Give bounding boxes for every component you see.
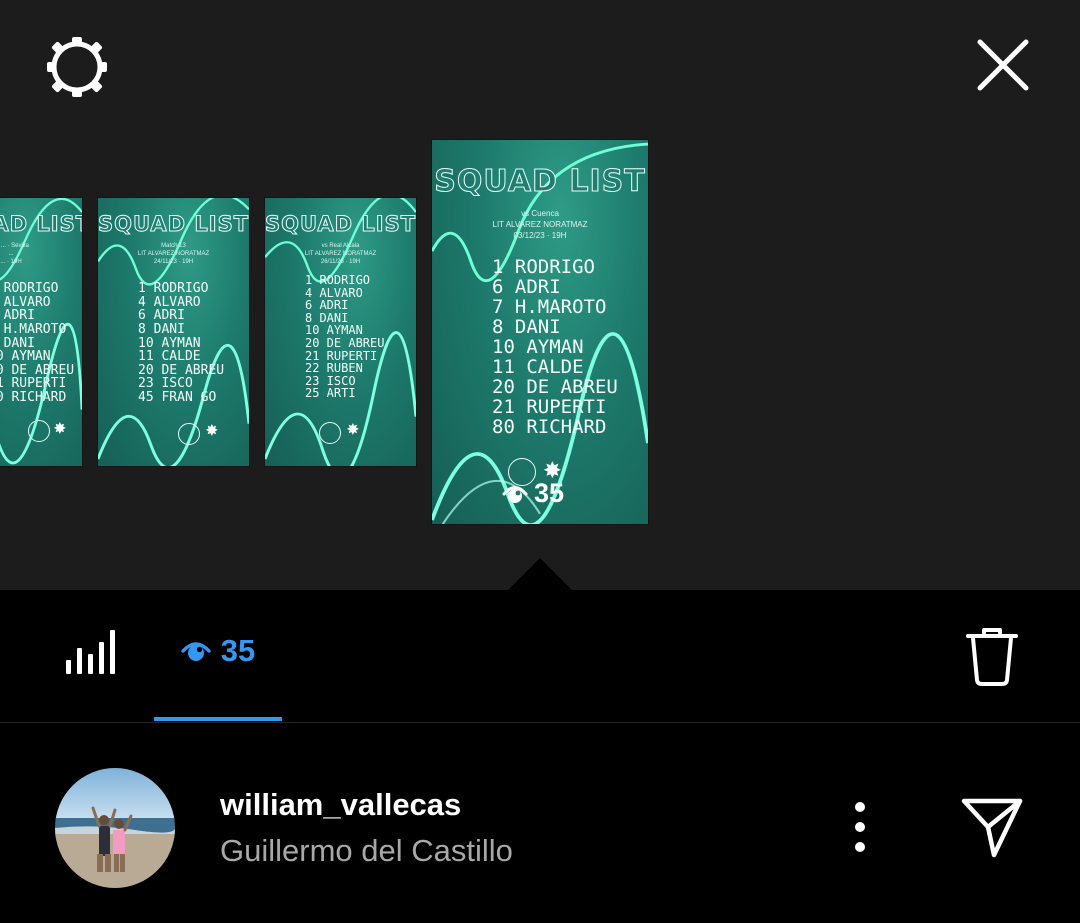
viewers-count: 35 <box>220 633 256 668</box>
club-crest-icon <box>28 420 50 442</box>
match-line: ... <box>8 251 14 257</box>
puma-logo-icon: ✸ <box>347 421 359 437</box>
player-item: 6 ADRI <box>138 308 185 324</box>
player-item: 10 AYMAN <box>138 335 201 351</box>
player-list: 1 RODRIGO 4 ALVARO 6 ADRI 7 H.MAROTO 8 D… <box>0 282 74 405</box>
story-view-count: 35 <box>502 478 564 509</box>
match-line: 03/12/23 · 19H <box>513 231 567 240</box>
story-thumbnail-3[interactable]: SQUAD LIST vs Real Alcala LIT ALVAREZ NO… <box>265 198 416 466</box>
match-line: vs Cuenca <box>521 209 559 218</box>
player-item: 20 DE ABREU <box>0 362 75 378</box>
player-item: 1 RODRIGO <box>138 281 209 296</box>
viewer-username[interactable]: william_vallecas <box>220 787 461 823</box>
player-item: 4 ALVARO <box>138 294 201 310</box>
story-thumbnail-selected[interactable]: SQUAD LIST vs Cuenca LIT ALVAREZ NORATMA… <box>432 140 648 524</box>
story-thumbnail-2[interactable]: SQUAD LIST Match 13 LIT ALVAREZ NORATMAZ… <box>98 198 249 466</box>
player-item: 8 DANI <box>0 335 35 351</box>
player-item: 8 DANI <box>138 321 185 337</box>
match-line: ... · 19H <box>0 259 22 265</box>
delete-trash-icon[interactable] <box>960 624 1024 688</box>
insights-tab-bar-chart-icon[interactable] <box>58 622 118 682</box>
player-item: 22 RUBEN <box>305 361 363 376</box>
eye-icon <box>502 485 528 503</box>
player-item: 1 RODRIGO <box>0 281 59 296</box>
match-line: vs Real Alcala <box>321 243 360 249</box>
player-item: 11 CALDE <box>138 349 201 365</box>
avatar[interactable] <box>55 768 175 888</box>
story-title: SQUAD LIST <box>265 212 416 237</box>
story-match-info: vs Cuenca LIT ALVAREZ NORATMAZ 03/12/23 … <box>432 208 648 241</box>
story-thumbnail-1[interactable]: SQUAD LIST vs ... · Sevilla ... ... · 19… <box>0 198 82 466</box>
active-tab-indicator <box>154 717 282 721</box>
player-item: 20 DE ABREU <box>138 362 225 378</box>
settings-gear-icon[interactable] <box>40 30 114 104</box>
player-item: 6 ADRI <box>305 298 349 313</box>
story-match-info: vs ... · Sevilla ... ... · 19H <box>0 242 82 266</box>
viewers-tab[interactable]: 35 <box>154 624 282 678</box>
story-strip-area: SQUAD LIST vs ... · Sevilla ... ... · 19… <box>0 0 1080 590</box>
club-crest-icon <box>319 422 341 444</box>
eye-icon <box>181 642 211 661</box>
story-title: SQUAD LIST <box>434 164 646 200</box>
player-item: 6 ADRI <box>0 308 35 324</box>
player-list: 1 RODRIGO 6 ADRI 7 H.MAROTO 8 DANI 10 AY… <box>492 256 618 438</box>
player-item: 1 RODRIGO <box>305 273 371 287</box>
player-item: 20 DE ABREU <box>492 375 618 398</box>
player-item: 21 RUPERTI <box>492 395 607 418</box>
match-line: LIT ALVAREZ NORATMAZ <box>304 251 377 257</box>
story-view-number: 35 <box>534 478 565 508</box>
match-line: LIT ALVAREZ NORATMAZ <box>492 220 588 229</box>
player-list: 1 RODRIGO 4 ALVARO 6 ADRI 8 DANI 10 AYMA… <box>138 282 224 405</box>
player-item: 23 ISCO <box>138 376 193 392</box>
player-item: 1 RODRIGO <box>492 256 595 278</box>
selected-pointer-caret <box>508 558 572 590</box>
match-line: LIT ALVAREZ NORATMAZ <box>137 251 210 257</box>
close-icon[interactable] <box>968 30 1038 100</box>
match-line: 24/11/23 · 19H <box>153 259 194 265</box>
player-item: 6 ADRI <box>492 275 561 298</box>
player-item: 21 RUPERTI <box>0 376 67 392</box>
player-item: 7 H.MAROTO <box>0 321 67 337</box>
match-line: 26/11/23 · 19H <box>320 259 361 265</box>
send-message-icon[interactable] <box>954 791 1030 867</box>
club-crest-icon <box>178 423 200 445</box>
viewer-full-name: Guillermo del Castillo <box>220 833 513 868</box>
player-list: 1 RODRIGO 4 ALVARO 6 ADRI 8 DANI 10 AYMA… <box>305 274 384 400</box>
story-insights-tabbar: 35 <box>0 590 1080 723</box>
match-line: vs ... · Sevilla <box>0 243 29 249</box>
player-item: 11 CALDE <box>492 355 584 378</box>
player-item: 80 RICHARD <box>492 415 607 438</box>
viewer-list-item[interactable]: william_vallecas Guillermo del Castillo <box>0 723 1080 923</box>
player-item: 7 H.MAROTO <box>492 295 607 318</box>
player-item: 10 AYMAN <box>492 335 584 358</box>
puma-logo-icon: ✸ <box>206 422 218 438</box>
story-title: SQUAD LIST <box>98 212 249 237</box>
player-item: 45 FRAN GO <box>138 390 217 406</box>
player-item: 4 ALVARO <box>0 294 51 310</box>
story-match-info: Match 13 LIT ALVAREZ NORATMAZ 24/11/23 ·… <box>98 242 249 266</box>
story-title: SQUAD LIST <box>0 212 82 237</box>
player-item: 20 DE ABREU <box>305 335 385 350</box>
story-match-info: vs Real Alcala LIT ALVAREZ NORATMAZ 26/1… <box>265 242 416 266</box>
match-line: Match 13 <box>161 243 186 249</box>
more-options-icon[interactable] <box>840 795 880 859</box>
player-item: 25 ARTI <box>305 386 356 401</box>
player-item: 10 AYMAN <box>0 349 51 365</box>
player-item: 80 RICHARD <box>0 390 67 406</box>
player-item: 8 DANI <box>492 315 561 338</box>
puma-logo-icon: ✸ <box>54 420 66 436</box>
